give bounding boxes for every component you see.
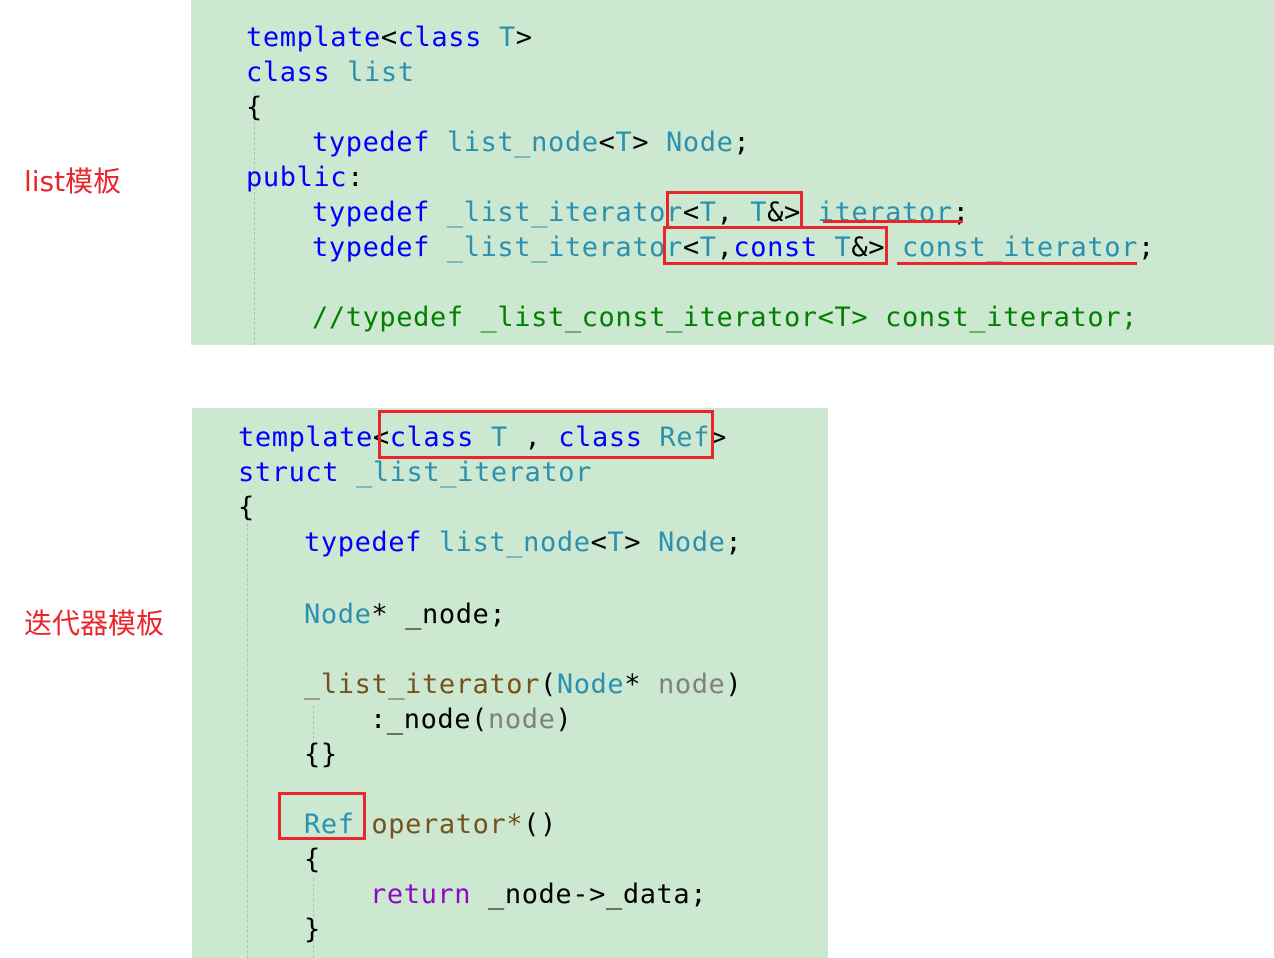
code-line: _list_iterator(Node* node)	[304, 669, 743, 700]
code-line: {	[304, 844, 321, 875]
code-line: {}	[304, 739, 338, 770]
code-line: {	[246, 92, 263, 123]
const-iterator-underline	[897, 262, 1137, 265]
iterator-template-label: 迭代器模板	[24, 607, 165, 640]
code-line: return _node->_data;	[370, 879, 708, 910]
ref-return-type-highlight	[278, 792, 366, 840]
code-line: :_node(node)	[370, 704, 573, 735]
code-line: typedef list_node<T> Node;	[312, 127, 751, 158]
code-line: struct _list_iterator	[238, 457, 592, 488]
code-line: typedef list_node<T> Node;	[304, 527, 743, 558]
code-line: class list	[246, 57, 415, 88]
list-code-panel: template<class T> class list { typedef l…	[191, 0, 1274, 345]
template-params-highlight	[378, 410, 714, 459]
code-line: template<class T>	[246, 22, 533, 53]
indent-guide	[247, 518, 248, 958]
indent-guide	[254, 92, 255, 345]
code-line: typedef _list_iterator<T, T&> iterator;	[312, 197, 970, 228]
code-comment: //typedef _list_const_iterator<T> const_…	[312, 302, 1138, 333]
iterator-code-panel: template<class T , class Ref> struct _li…	[192, 408, 828, 958]
code-line: Node* _node;	[304, 599, 507, 630]
code-line: public:	[246, 162, 364, 193]
template-args-highlight	[666, 191, 803, 229]
code-line: }	[304, 914, 321, 945]
const-template-args-highlight	[663, 226, 888, 265]
list-template-label: list模板	[24, 165, 122, 198]
code-line: {	[238, 492, 255, 523]
iterator-underline	[823, 220, 963, 223]
